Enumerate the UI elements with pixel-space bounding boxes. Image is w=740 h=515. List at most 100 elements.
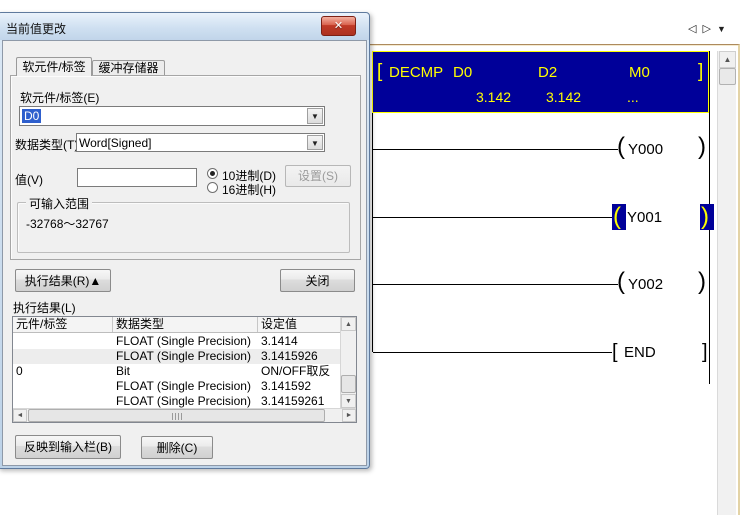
- rung-line-end: [373, 352, 612, 353]
- cell-datatype: FLOAT (Single Precision): [113, 394, 258, 409]
- datatype-caption: 数据类型(T): [15, 136, 78, 153]
- cell-set-value: 3.1414: [258, 334, 340, 349]
- coil-y000-open: (: [617, 135, 625, 159]
- radio-hexadecimal-label[interactable]: 16进制(H): [222, 181, 276, 198]
- end-close-bracket: ]: [702, 342, 708, 362]
- coil-y001-label[interactable]: Y001: [627, 209, 662, 226]
- radio-hexadecimal[interactable]: [207, 182, 218, 193]
- rung-line-y002: [373, 284, 618, 285]
- value-caption: 值(V): [15, 171, 43, 188]
- header-datatype[interactable]: 数据类型: [113, 317, 258, 332]
- execution-result-label: 执行结果(L): [13, 299, 76, 316]
- scroll-thumb[interactable]: [28, 409, 325, 422]
- device-combobox[interactable]: D0 ▼: [19, 106, 325, 126]
- table-row[interactable]: 0 Bit ON/OFF取反: [13, 364, 340, 379]
- input-range-caption: 可输入范围: [26, 195, 92, 212]
- device-label-caption: 软元件/标签(E): [20, 89, 99, 106]
- nav-menu-icon[interactable]: ▼: [717, 25, 726, 34]
- decmp-monitor-value-1: 3.142: [476, 89, 511, 105]
- scroll-thumb[interactable]: [719, 68, 736, 85]
- dialog-title: 当前值更改: [6, 20, 66, 37]
- close-icon[interactable]: ✕: [321, 16, 356, 36]
- coil-y001-open-highlight[interactable]: (: [612, 204, 626, 230]
- cell-set-value: 3.141592: [258, 379, 340, 394]
- cell-device: [13, 349, 113, 364]
- tab-device-label[interactable]: 软元件/标签: [16, 57, 92, 76]
- scroll-up-button[interactable]: ▲: [719, 51, 736, 68]
- datatype-combobox[interactable]: Word[Signed] ▼: [76, 133, 325, 152]
- coil-y002-close: ): [698, 270, 706, 294]
- rung-line-y001: [373, 217, 612, 218]
- scroll-right-button[interactable]: ►: [342, 409, 356, 422]
- coil-y001-close-highlight[interactable]: ): [700, 204, 714, 230]
- decmp-instruction-block[interactable]: [ DECMP D0 D2 M0 ] 3.142 3.142 ...: [372, 51, 709, 113]
- reflect-to-input-button[interactable]: 反映到输入栏(B): [15, 435, 121, 459]
- execution-result-table[interactable]: 元件/标签 数据类型 设定值 FLOAT (Single Precision) …: [12, 316, 357, 423]
- table-header-row: 元件/标签 数据类型 设定值: [13, 317, 340, 333]
- tab-buffer-memory[interactable]: 缓冲存储器: [92, 60, 165, 76]
- cell-datatype: FLOAT (Single Precision): [113, 349, 258, 364]
- nav-prev-icon[interactable]: ◁: [688, 24, 696, 35]
- end-open-bracket: [: [612, 342, 618, 362]
- decmp-close-bracket: ]: [698, 61, 703, 83]
- end-instruction[interactable]: END: [624, 344, 656, 361]
- app-window: ◁ ▷ ▼ [ DECMP D0 D2 M0 ] 3.142 3.142 ...…: [0, 0, 740, 515]
- datatype-combobox-value: Word[Signed]: [79, 136, 152, 150]
- cell-set-value: 3.14159261: [258, 394, 340, 409]
- header-device-label[interactable]: 元件/标签: [13, 317, 113, 332]
- ladder-editor[interactable]: [ DECMP D0 D2 M0 ] 3.142 3.142 ... ( Y00…: [362, 44, 740, 515]
- decmp-operand-3: M0: [629, 64, 650, 81]
- header-set-value[interactable]: 设定值: [258, 317, 340, 332]
- scroll-thumb[interactable]: [341, 375, 356, 393]
- tab-page: 软元件/标签(E) D0 ▼ 数据类型(T) Word[Signed] ▼ 值(…: [10, 75, 361, 260]
- table-row[interactable]: FLOAT (Single Precision) 3.1415926: [13, 349, 340, 364]
- cell-datatype: Bit: [113, 364, 258, 379]
- value-input[interactable]: [77, 168, 197, 187]
- close-button[interactable]: 关闭: [280, 269, 355, 292]
- coil-y002-open: (: [617, 270, 625, 294]
- decmp-open-bracket: [: [377, 61, 382, 83]
- change-current-value-dialog: 当前值更改 ✕ 软元件/标签 缓冲存储器 软元件/标签(E) D0 ▼ 数据类型…: [0, 12, 370, 469]
- input-range-text: -32768～32767: [26, 215, 109, 232]
- scroll-down-button[interactable]: ▼: [341, 394, 356, 408]
- cell-device: [13, 334, 113, 349]
- decmp-operand-2: D2: [538, 64, 557, 81]
- decmp-operand-1: D0: [453, 64, 472, 81]
- cell-datatype: FLOAT (Single Precision): [113, 379, 258, 394]
- dialog-titlebar[interactable]: 当前值更改 ✕: [0, 13, 369, 40]
- cell-device: 0: [13, 364, 113, 379]
- coil-y002-label[interactable]: Y002: [628, 276, 663, 293]
- coil-y001-open: (: [613, 205, 621, 229]
- rung-line-y000: [373, 149, 618, 150]
- table-vertical-scrollbar[interactable]: ▲ ▼: [340, 317, 356, 408]
- set-button[interactable]: 设置(S): [285, 165, 351, 187]
- nav-next-icon[interactable]: ▷: [702, 24, 710, 35]
- coil-y001-close: ): [701, 205, 709, 229]
- execution-result-toggle-button[interactable]: 执行结果(R)▲: [15, 269, 111, 292]
- cell-device: [13, 379, 113, 394]
- cell-set-value: ON/OFF取反: [258, 364, 340, 379]
- input-range-group: 可输入范围 -32768～32767: [17, 202, 350, 253]
- coil-y000-label[interactable]: Y000: [628, 141, 663, 158]
- dialog-client-area: 软元件/标签 缓冲存储器 软元件/标签(E) D0 ▼ 数据类型(T) Word…: [2, 40, 367, 466]
- mdi-nav: ◁ ▷ ▼: [688, 20, 738, 38]
- scroll-up-button[interactable]: ▲: [341, 317, 356, 331]
- radio-decimal[interactable]: [207, 168, 218, 179]
- chevron-down-icon[interactable]: ▼: [307, 108, 323, 124]
- chevron-down-icon[interactable]: ▼: [307, 135, 323, 150]
- cell-device: [13, 394, 113, 409]
- editor-vertical-scrollbar[interactable]: ▲: [717, 51, 736, 515]
- table-row[interactable]: FLOAT (Single Precision) 3.1414: [13, 334, 340, 349]
- cell-set-value: 3.1415926: [258, 349, 340, 364]
- table-row[interactable]: FLOAT (Single Precision) 3.14159261: [13, 394, 340, 409]
- cell-datatype: FLOAT (Single Precision): [113, 334, 258, 349]
- device-combobox-value: D0: [22, 109, 41, 123]
- decmp-instruction: DECMP: [389, 64, 443, 81]
- decmp-monitor-value-3: ...: [627, 89, 639, 105]
- thumb-grip: [172, 413, 182, 420]
- scroll-left-button[interactable]: ◄: [13, 409, 27, 422]
- coil-y000-close: ): [698, 135, 706, 159]
- delete-button[interactable]: 删除(C): [141, 436, 213, 459]
- table-horizontal-scrollbar[interactable]: ◄ ►: [13, 408, 356, 422]
- table-row[interactable]: FLOAT (Single Precision) 3.141592: [13, 379, 340, 394]
